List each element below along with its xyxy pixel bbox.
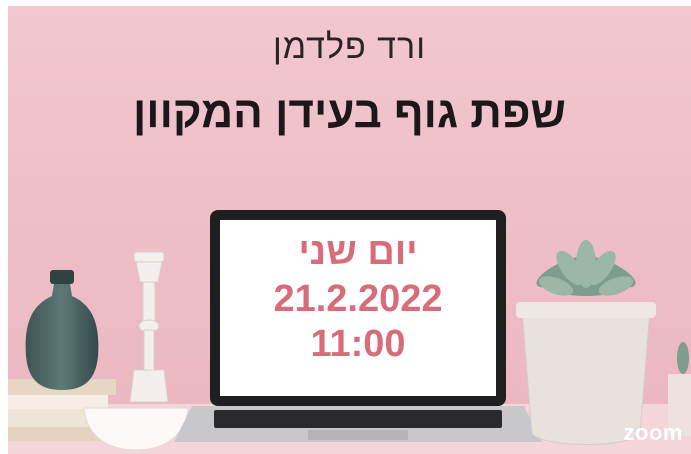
event-day: יום שני (298, 231, 418, 273)
event-time: 11:00 (310, 323, 406, 365)
zoom-logo: zoom (623, 420, 683, 445)
event-title: שפת גוף בעידן המקוון (133, 88, 566, 137)
speaker-name: ורד פלדמן (272, 28, 427, 66)
promo-banner: ורד פלדמן שפת גוף בעידן המקוון יום שני 2… (8, 6, 691, 454)
desk-scene-illustration (8, 6, 691, 454)
event-date: 21.2.2022 (273, 278, 443, 320)
